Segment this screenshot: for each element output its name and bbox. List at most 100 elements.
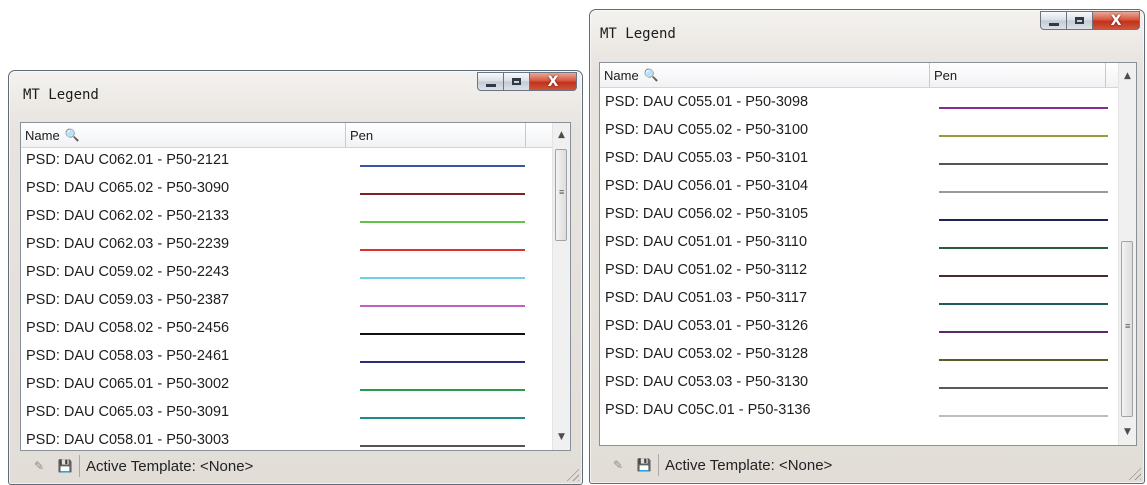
grip-icon: ≡	[559, 187, 565, 197]
series-name: PSD: DAU C051.02 - P50-3112	[605, 262, 808, 278]
window-title: MT Legend	[23, 87, 99, 103]
save-icon[interactable]: 💾	[634, 455, 654, 475]
series-name: PSD: DAU C053.02 - P50-3128	[605, 346, 809, 362]
minimize-icon	[1048, 22, 1059, 26]
pen-swatch	[939, 219, 1108, 221]
list-item[interactable]: PSD: DAU C059.03 - P50-2387	[21, 289, 553, 317]
pen-swatch	[939, 247, 1108, 249]
active-template-label: Active Template: <None>	[658, 454, 832, 476]
pen-swatch	[360, 305, 525, 307]
list-item[interactable]: PSD: DAU C055.01 - P50-3098	[600, 91, 1119, 119]
minimize-icon	[485, 83, 496, 87]
scroll-down-icon[interactable]: ▼	[1119, 424, 1136, 441]
vertical-scrollbar[interactable]: ▲ ≡ ▼	[552, 123, 570, 450]
list-item[interactable]: PSD: DAU C065.03 - P50-3091	[21, 401, 553, 429]
pen-swatch	[939, 275, 1108, 277]
legend-list: Name 🔍 Pen PSD: DAU C062.01 - P50-2121 P…	[20, 122, 571, 451]
series-name: PSD: DAU C055.01 - P50-3098	[605, 94, 809, 110]
series-name: PSD: DAU C056.02 - P50-3105	[605, 206, 809, 222]
list-item[interactable]: PSD: DAU C056.01 - P50-3104	[600, 175, 1119, 203]
status-bar: ✎ 💾 Active Template: <None>	[608, 452, 832, 478]
minimize-button[interactable]	[1040, 11, 1067, 30]
series-name: PSD: DAU C065.01 - P50-3002	[26, 376, 230, 392]
pen-swatch	[360, 221, 525, 223]
list-item[interactable]: PSD: DAU C062.01 - P50-2121	[21, 149, 553, 177]
pen-swatch	[360, 277, 525, 279]
vertical-scrollbar[interactable]: ▲ ≡ ▼	[1118, 63, 1136, 445]
column-header-name[interactable]: Name 🔍	[21, 123, 346, 147]
pen-swatch	[939, 135, 1108, 137]
close-icon: X	[1110, 12, 1122, 29]
series-name: PSD: DAU C058.03 - P50-2461	[26, 348, 230, 364]
pen-swatch	[939, 191, 1108, 193]
pen-swatch	[360, 249, 525, 251]
maximize-button[interactable]	[1067, 11, 1093, 30]
series-name: PSD: DAU C055.03 - P50-3101	[605, 150, 809, 166]
series-name: PSD: DAU C059.03 - P50-2387	[26, 292, 230, 308]
pen-swatch	[939, 107, 1108, 109]
pen-swatch	[360, 165, 525, 167]
pen-swatch	[939, 387, 1108, 389]
scroll-up-icon[interactable]: ▲	[553, 127, 570, 144]
column-header-name[interactable]: Name 🔍	[600, 63, 930, 87]
series-name: PSD: DAU C055.02 - P50-3100	[605, 122, 809, 138]
resize-grip-icon[interactable]	[1127, 466, 1141, 480]
list-item[interactable]: PSD: DAU C062.03 - P50-2239	[21, 233, 553, 261]
pen-swatch	[939, 359, 1108, 361]
scroll-up-icon[interactable]: ▲	[1119, 68, 1136, 85]
series-name: PSD: DAU C062.02 - P50-2133	[26, 208, 230, 224]
scroll-thumb[interactable]: ≡	[555, 149, 567, 241]
list-item[interactable]: PSD: DAU C051.02 - P50-3112	[600, 259, 1119, 287]
list-item[interactable]: PSD: DAU C055.03 - P50-3101	[600, 147, 1119, 175]
list-item[interactable]: PSD: DAU C065.02 - P50-3090	[21, 177, 553, 205]
status-bar: ✎ 💾 Active Template: <None>	[29, 453, 253, 479]
maximize-button[interactable]	[504, 72, 530, 91]
save-icon[interactable]: 💾	[55, 456, 75, 476]
pen-swatch	[939, 163, 1108, 165]
legend-window-left: MT Legend X Name 🔍 Pen PSD: DAU C062.01 …	[8, 70, 583, 485]
pen-swatch	[939, 331, 1108, 333]
list-item[interactable]: PSD: DAU C062.02 - P50-2133	[21, 205, 553, 233]
list-item[interactable]: PSD: DAU C051.03 - P50-3117	[600, 287, 1119, 315]
list-header: Name 🔍 Pen	[21, 123, 553, 148]
edit-template-icon[interactable]: ✎	[29, 456, 49, 476]
legend-rows: PSD: DAU C062.01 - P50-2121 PSD: DAU C06…	[21, 149, 553, 450]
list-item[interactable]: PSD: DAU C055.02 - P50-3100	[600, 119, 1119, 147]
list-item[interactable]: PSD: DAU C065.01 - P50-3002	[21, 373, 553, 401]
series-name: PSD: DAU C05C.01 - P50-3136	[605, 402, 811, 418]
list-item[interactable]: PSD: DAU C059.02 - P50-2243	[21, 261, 553, 289]
list-item[interactable]: PSD: DAU C058.03 - P50-2461	[21, 345, 553, 373]
list-item[interactable]: PSD: DAU C053.03 - P50-3130	[600, 371, 1119, 399]
series-name: PSD: DAU C065.02 - P50-3090	[26, 180, 230, 196]
column-header-name-label: Name	[604, 67, 639, 83]
column-header-pen[interactable]: Pen	[930, 63, 1106, 87]
series-name: PSD: DAU C056.01 - P50-3104	[605, 178, 809, 194]
list-item[interactable]: PSD: DAU C058.02 - P50-2456	[21, 317, 553, 345]
series-name: PSD: DAU C051.03 - P50-3117	[605, 290, 808, 306]
column-header-pen[interactable]: Pen	[346, 123, 526, 147]
pen-swatch	[360, 193, 525, 195]
maximize-icon	[1075, 17, 1084, 24]
list-item[interactable]: PSD: DAU C05C.01 - P50-3136	[600, 399, 1119, 427]
scroll-down-icon[interactable]: ▼	[553, 429, 570, 446]
window-controls: X	[1040, 11, 1140, 30]
list-item[interactable]: PSD: DAU C058.01 - P50-3003	[21, 429, 553, 450]
list-item[interactable]: PSD: DAU C053.02 - P50-3128	[600, 343, 1119, 371]
minimize-button[interactable]	[477, 72, 504, 91]
legend-rows: PSD: DAU C055.01 - P50-3098 PSD: DAU C05…	[600, 91, 1119, 427]
edit-template-icon[interactable]: ✎	[608, 455, 628, 475]
active-template-label: Active Template: <None>	[79, 455, 253, 477]
column-header-pen-label: Pen	[350, 127, 374, 143]
close-button[interactable]: X	[530, 72, 577, 91]
list-item[interactable]: PSD: DAU C056.02 - P50-3105	[600, 203, 1119, 231]
series-name: PSD: DAU C058.01 - P50-3003	[26, 432, 230, 448]
series-name: PSD: DAU C053.01 - P50-3126	[605, 318, 809, 334]
list-item[interactable]: PSD: DAU C051.01 - P50-3110	[600, 231, 1119, 259]
pen-swatch	[360, 361, 525, 363]
close-button[interactable]: X	[1093, 11, 1140, 30]
pen-swatch	[939, 415, 1108, 417]
scroll-thumb[interactable]: ≡	[1121, 241, 1133, 417]
resize-grip-icon[interactable]	[565, 467, 579, 481]
list-item[interactable]: PSD: DAU C053.01 - P50-3126	[600, 315, 1119, 343]
search-icon: 🔍	[643, 68, 659, 82]
